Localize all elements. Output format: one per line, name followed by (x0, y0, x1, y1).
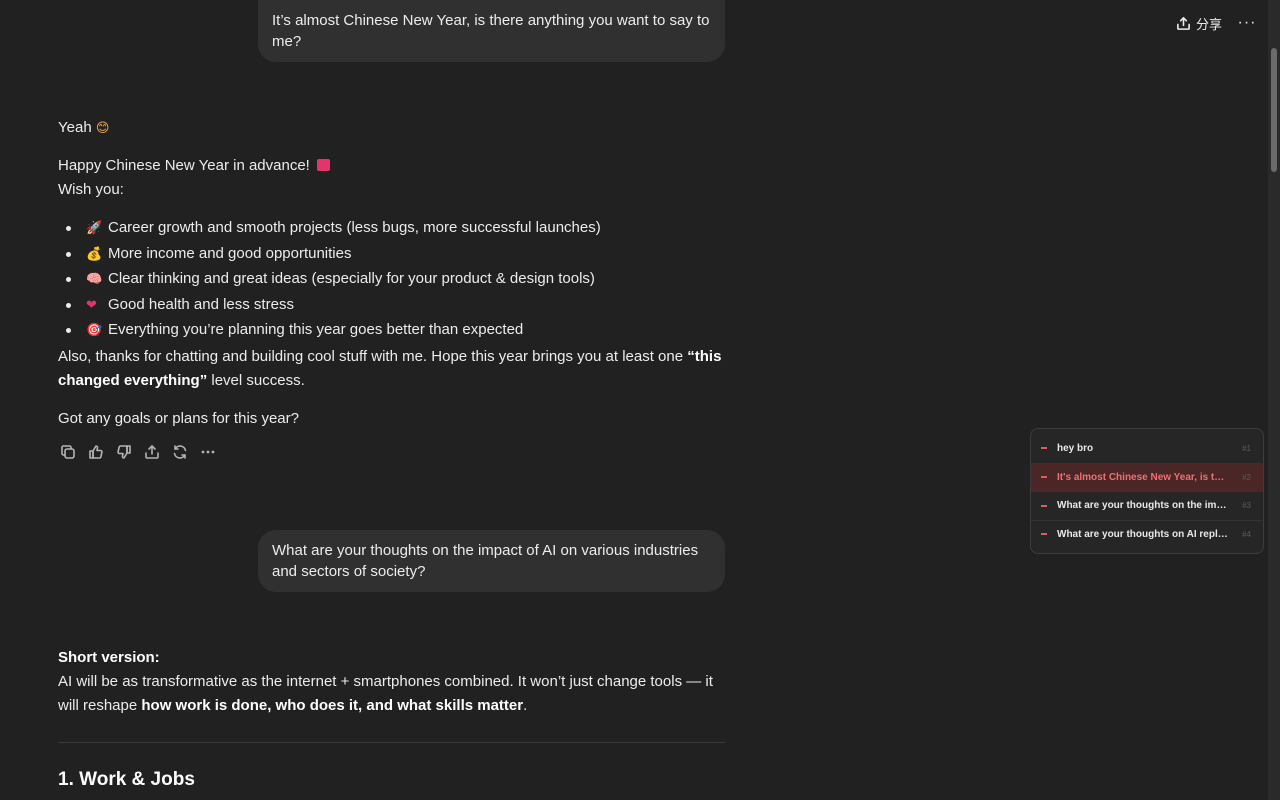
assistant-paragraph: Yeah 😊 (58, 116, 725, 141)
assistant-paragraph: Happy Chinese New Year in advance! 🧧 Wis… (58, 154, 725, 202)
outline-item-number: #1 (1242, 443, 1251, 453)
conversation-outline: hey bro #1 It's almost Chinese New Year,… (1030, 428, 1264, 554)
assistant-bold-text: how work is done, who does it, and what … (141, 697, 524, 714)
marker-icon (1041, 476, 1047, 479)
list-item-text: More income and good opportunities (108, 244, 352, 262)
refresh-icon (173, 445, 187, 459)
top-bar: 分享 ··· (1176, 12, 1258, 34)
money-bag-emoji: 💰 (86, 246, 103, 262)
divider (58, 742, 725, 743)
outline-item[interactable]: hey bro #1 (1031, 434, 1263, 463)
thumbs-down-icon (117, 445, 131, 459)
rocket-emoji: 🚀 (86, 221, 103, 236)
outline-item-number: #3 (1242, 501, 1251, 511)
list-item-text: Clear thinking and great ideas (especial… (108, 270, 595, 287)
share-message-button[interactable] (142, 443, 162, 461)
section-heading: 1. Work & Jobs (58, 769, 195, 790)
share-button[interactable]: 分享 (1176, 14, 1222, 33)
brain-emoji: 🧠 (86, 272, 103, 287)
copy-button[interactable] (58, 443, 78, 461)
user-message: It’s almost Chinese New Year, is there a… (258, 0, 725, 62)
user-message-text: What are your thoughts on the impact of … (272, 542, 699, 580)
outline-item-number: #4 (1242, 529, 1251, 539)
assistant-text: Got any goals or plans for this year? (58, 410, 299, 427)
assistant-text: Also, thanks for chatting and building c… (58, 348, 688, 365)
outline-item-label: What are your thoughts on AI replacing j… (1057, 528, 1229, 540)
list-item-text: Good health and less stress (108, 295, 294, 313)
scrollbar-thumb[interactable] (1271, 48, 1277, 172)
outline-item[interactable]: What are your thoughts on AI replacing j… (1031, 519, 1263, 549)
thumbs-up-button[interactable] (86, 443, 106, 461)
marker-icon (1041, 533, 1047, 536)
thumbs-down-button[interactable] (114, 443, 134, 461)
assistant-paragraph: Also, thanks for chatting and building c… (58, 345, 725, 393)
list-item: 🚀 Career growth and smooth projects (less… (58, 216, 725, 242)
target-emoji: 🎯 (86, 323, 103, 338)
more-icon: ··· (1237, 14, 1257, 31)
list-item-text: Career growth and smooth projects (less … (108, 219, 601, 236)
outline-item-label: What are your thoughts on the impact of … (1057, 500, 1229, 512)
marker-icon (1041, 504, 1047, 507)
scrollbar[interactable] (1268, 0, 1280, 800)
more-actions-button[interactable] (198, 443, 218, 461)
list-item: 🧠 Clear thinking and great ideas (especia… (58, 267, 725, 293)
list-item-text: Everything you’re planning this year goe… (108, 321, 524, 338)
list-item: 🎯 Everything you’re planning this year go… (58, 318, 725, 344)
share-label: 分享 (1195, 16, 1222, 32)
wish-list: 🚀 Career growth and smooth projects (less… (58, 216, 725, 344)
thumbs-up-icon (89, 445, 103, 459)
assistant-text: Wish you: (58, 181, 124, 198)
chat-thread: It’s almost Chinese New Year, is there a… (0, 0, 1268, 800)
share-icon (145, 445, 159, 459)
assistant-text: level success. (207, 372, 305, 389)
more-icon (201, 450, 215, 454)
message-actions (58, 443, 218, 461)
more-options-button[interactable]: ··· (1236, 12, 1258, 34)
marker-icon (1041, 447, 1047, 450)
share-icon (1177, 16, 1190, 30)
assistant-bold-text: Short version: (58, 649, 160, 666)
outline-item-label: It's almost Chinese New Year, is there a… (1057, 471, 1229, 483)
assistant-paragraph: Got any goals or plans for this year? (58, 407, 725, 431)
list-item: ❤ Good health and less stress (58, 293, 725, 319)
assistant-text: Yeah (58, 119, 92, 136)
outline-item-label: hey bro (1057, 442, 1094, 454)
assistant-paragraph: Short version: AI will be as transformat… (58, 646, 725, 718)
outline-item-active[interactable]: It's almost Chinese New Year, is there a… (1031, 462, 1263, 491)
user-message-text: It’s almost Chinese New Year, is there a… (272, 12, 710, 50)
assistant-text: Happy Chinese New Year in advance! (58, 157, 310, 174)
user-message: What are your thoughts on the impact of … (258, 530, 725, 592)
red-envelope-emoji (317, 159, 331, 171)
outline-item-number: #2 (1242, 472, 1251, 482)
copy-icon (61, 445, 75, 459)
list-item: 💰 More income and good opportunities (58, 242, 725, 268)
smile-emoji: 😊 (95, 121, 110, 136)
heart-emoji: ❤ (86, 297, 97, 313)
outline-item[interactable]: What are your thoughts on the impact of … (1031, 491, 1263, 520)
regenerate-button[interactable] (170, 443, 190, 461)
assistant-text: . (523, 697, 528, 714)
